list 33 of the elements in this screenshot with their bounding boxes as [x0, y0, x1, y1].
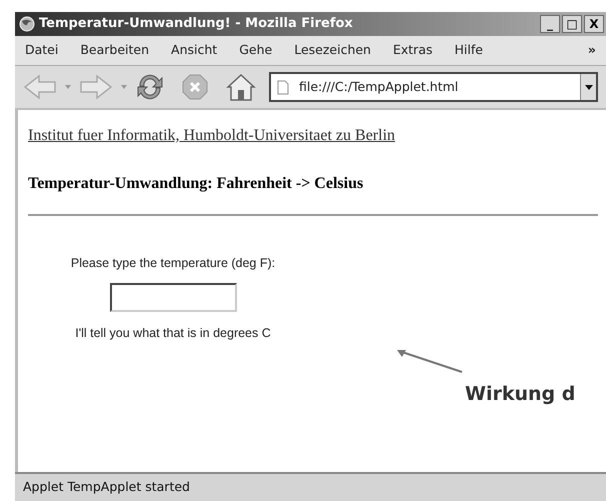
applet-result: I'll tell you what that is in degrees C [75, 324, 271, 342]
menu-item[interactable]: Datei [25, 41, 58, 60]
menu-item[interactable]: Lesezeichen [294, 41, 371, 60]
menu-item[interactable]: Hilfe [454, 41, 483, 60]
maximize-button[interactable]: □ [562, 15, 582, 33]
page-icon [277, 80, 289, 94]
dropdown-caret-icon[interactable] [65, 85, 71, 89]
temperature-input[interactable] [110, 282, 236, 312]
menu-item[interactable]: Extras [392, 41, 432, 60]
minimize-button[interactable]: _ [540, 15, 560, 33]
firefox-icon [19, 16, 35, 32]
page-heading: Temperatur-Umwandlung: Fahrenheit -> Celsius [28, 174, 364, 194]
home-icon[interactable] [225, 72, 257, 102]
reload-icon[interactable] [135, 72, 165, 102]
menu-item[interactable]: Gehe [239, 41, 272, 60]
menu-item[interactable]: Ansicht [171, 41, 218, 60]
back-arrow-icon[interactable] [23, 74, 57, 100]
annotation-arrow [396, 348, 464, 374]
window-title: Temperatur-Umwandlung! - Mozilla Firefox [39, 15, 353, 34]
address-bar[interactable]: file:///C:/TempApplet.html [269, 72, 598, 102]
caret-icon [584, 84, 592, 90]
menu-overflow[interactable]: » [588, 41, 596, 60]
status-text: Applet TempApplet started [23, 478, 190, 496]
address-dropdown-button[interactable] [580, 74, 596, 100]
institute-link[interactable]: Institut fuer Informatik, Humboldt-Universitaet zu Berlin [28, 124, 396, 148]
address-text: file:///C:/TempApplet.html [299, 78, 458, 96]
close-button[interactable]: X [584, 15, 604, 33]
applet-prompt: Please type the temperature (deg F): [70, 255, 276, 272]
dropdown-caret-icon[interactable] [121, 85, 127, 89]
stop-icon[interactable] [181, 73, 209, 101]
menu-item[interactable]: Bearbeiten [80, 41, 150, 60]
forward-arrow-icon[interactable] [79, 74, 113, 100]
annotation-text: Wirkung d [465, 382, 576, 407]
